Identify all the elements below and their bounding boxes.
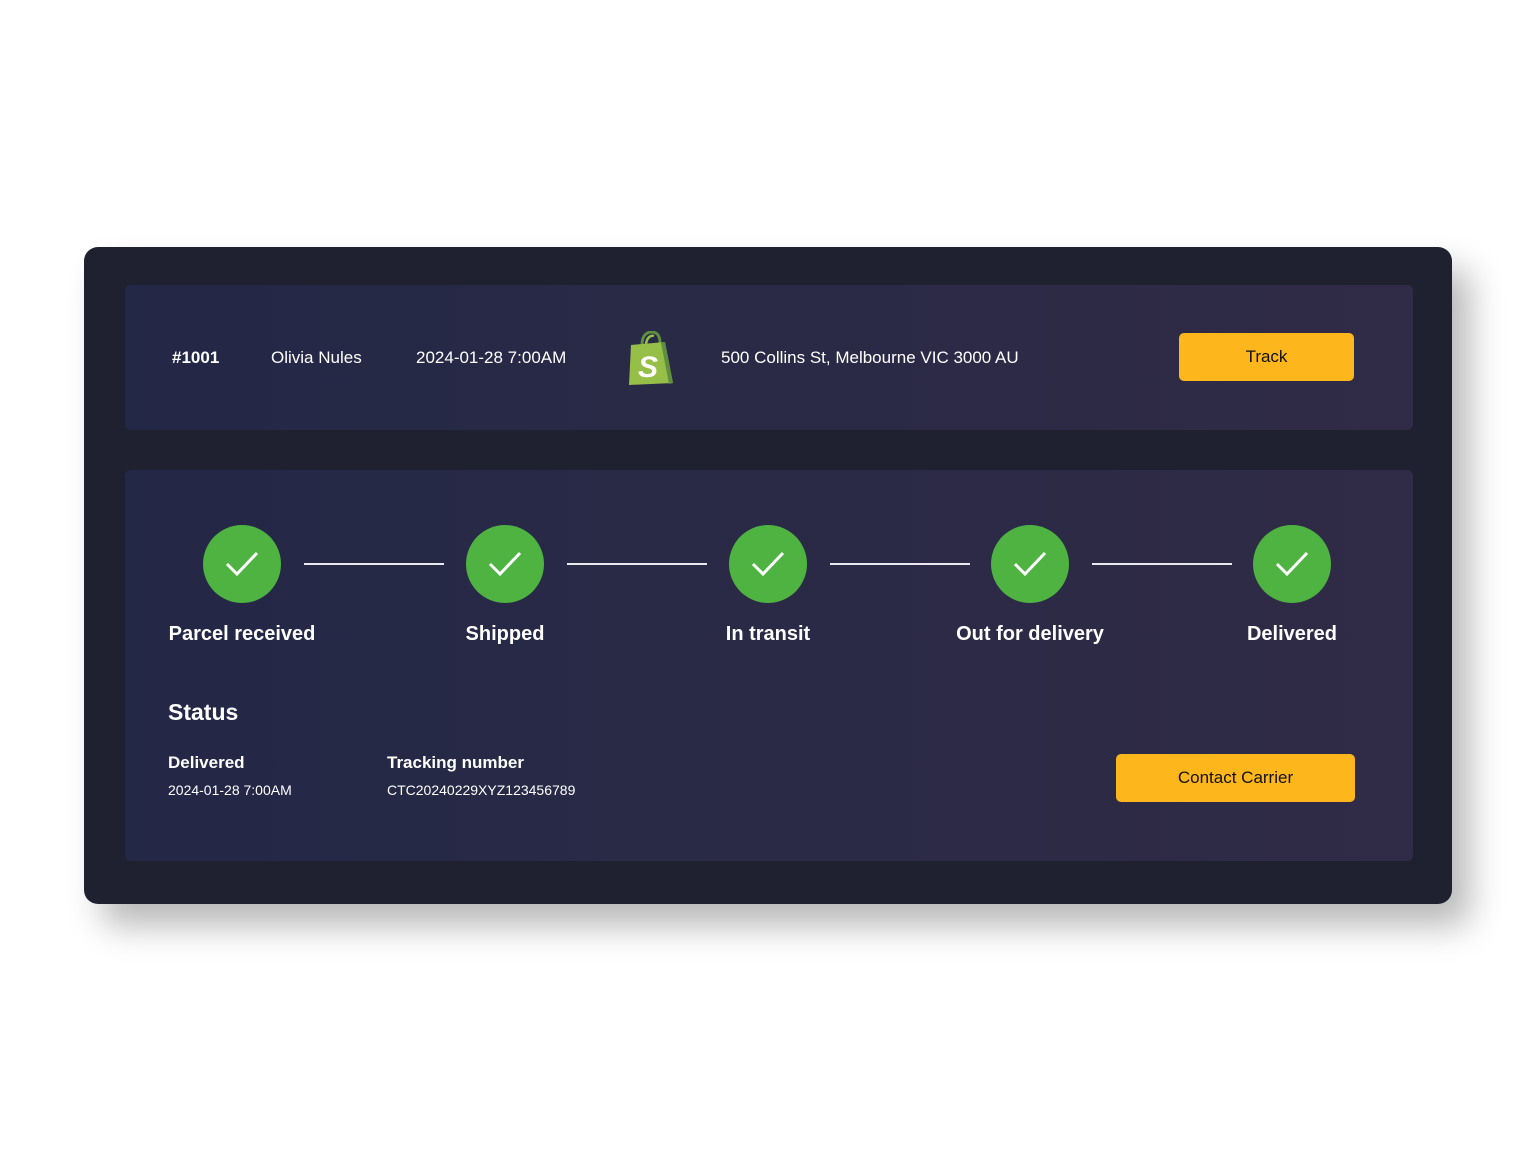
check-icon (1275, 551, 1309, 577)
step-label: Delivered (1246, 623, 1338, 645)
shopify-bag-icon: S (625, 330, 675, 387)
step-label: Out for delivery (956, 623, 1104, 645)
svg-text:S: S (638, 351, 658, 384)
order-summary-panel: #1001 Olivia Nules 2024-01-28 7:00AM S 5… (125, 285, 1413, 430)
track-button[interactable]: Track (1179, 333, 1354, 381)
order-date: 2024-01-28 7:00AM (416, 348, 567, 367)
step-out-for-delivery: Out for delivery (930, 525, 1130, 646)
step-label: Parcel received (168, 623, 316, 645)
step-parcel-received: Parcel received (142, 525, 342, 646)
tracking-number-label: Tracking number (387, 753, 524, 772)
check-icon (488, 551, 522, 577)
status-heading: Status (168, 699, 239, 725)
check-icon (751, 551, 785, 577)
check-icon (1013, 551, 1047, 577)
step-label: Shipped (465, 623, 545, 645)
step-complete-indicator (1253, 525, 1331, 603)
status-state-time: 2024-01-28 7:00AM (168, 782, 292, 798)
step-delivered: Delivered (1192, 525, 1392, 646)
step-complete-indicator (466, 525, 544, 603)
step-complete-indicator (729, 525, 807, 603)
customer-name: Olivia Nules (271, 348, 362, 367)
order-id: #1001 (172, 348, 220, 367)
step-complete-indicator (991, 525, 1069, 603)
check-icon (225, 551, 259, 577)
tracking-number-value: CTC20240229XYZ123456789 (387, 782, 576, 798)
step-shipped: Shipped (405, 525, 605, 646)
tracking-progress-panel: Parcel received Shipped In transit Out f… (125, 470, 1413, 861)
step-complete-indicator (203, 525, 281, 603)
contact-carrier-button[interactable]: Contact Carrier (1116, 754, 1355, 802)
step-label: In transit (725, 623, 811, 645)
step-in-transit: In transit (668, 525, 868, 646)
order-tracking-card: #1001 Olivia Nules 2024-01-28 7:00AM S 5… (84, 247, 1452, 904)
shipping-address: 500 Collins St, Melbourne VIC 3000 AU (721, 348, 1019, 367)
status-state-label: Delivered (168, 753, 245, 772)
